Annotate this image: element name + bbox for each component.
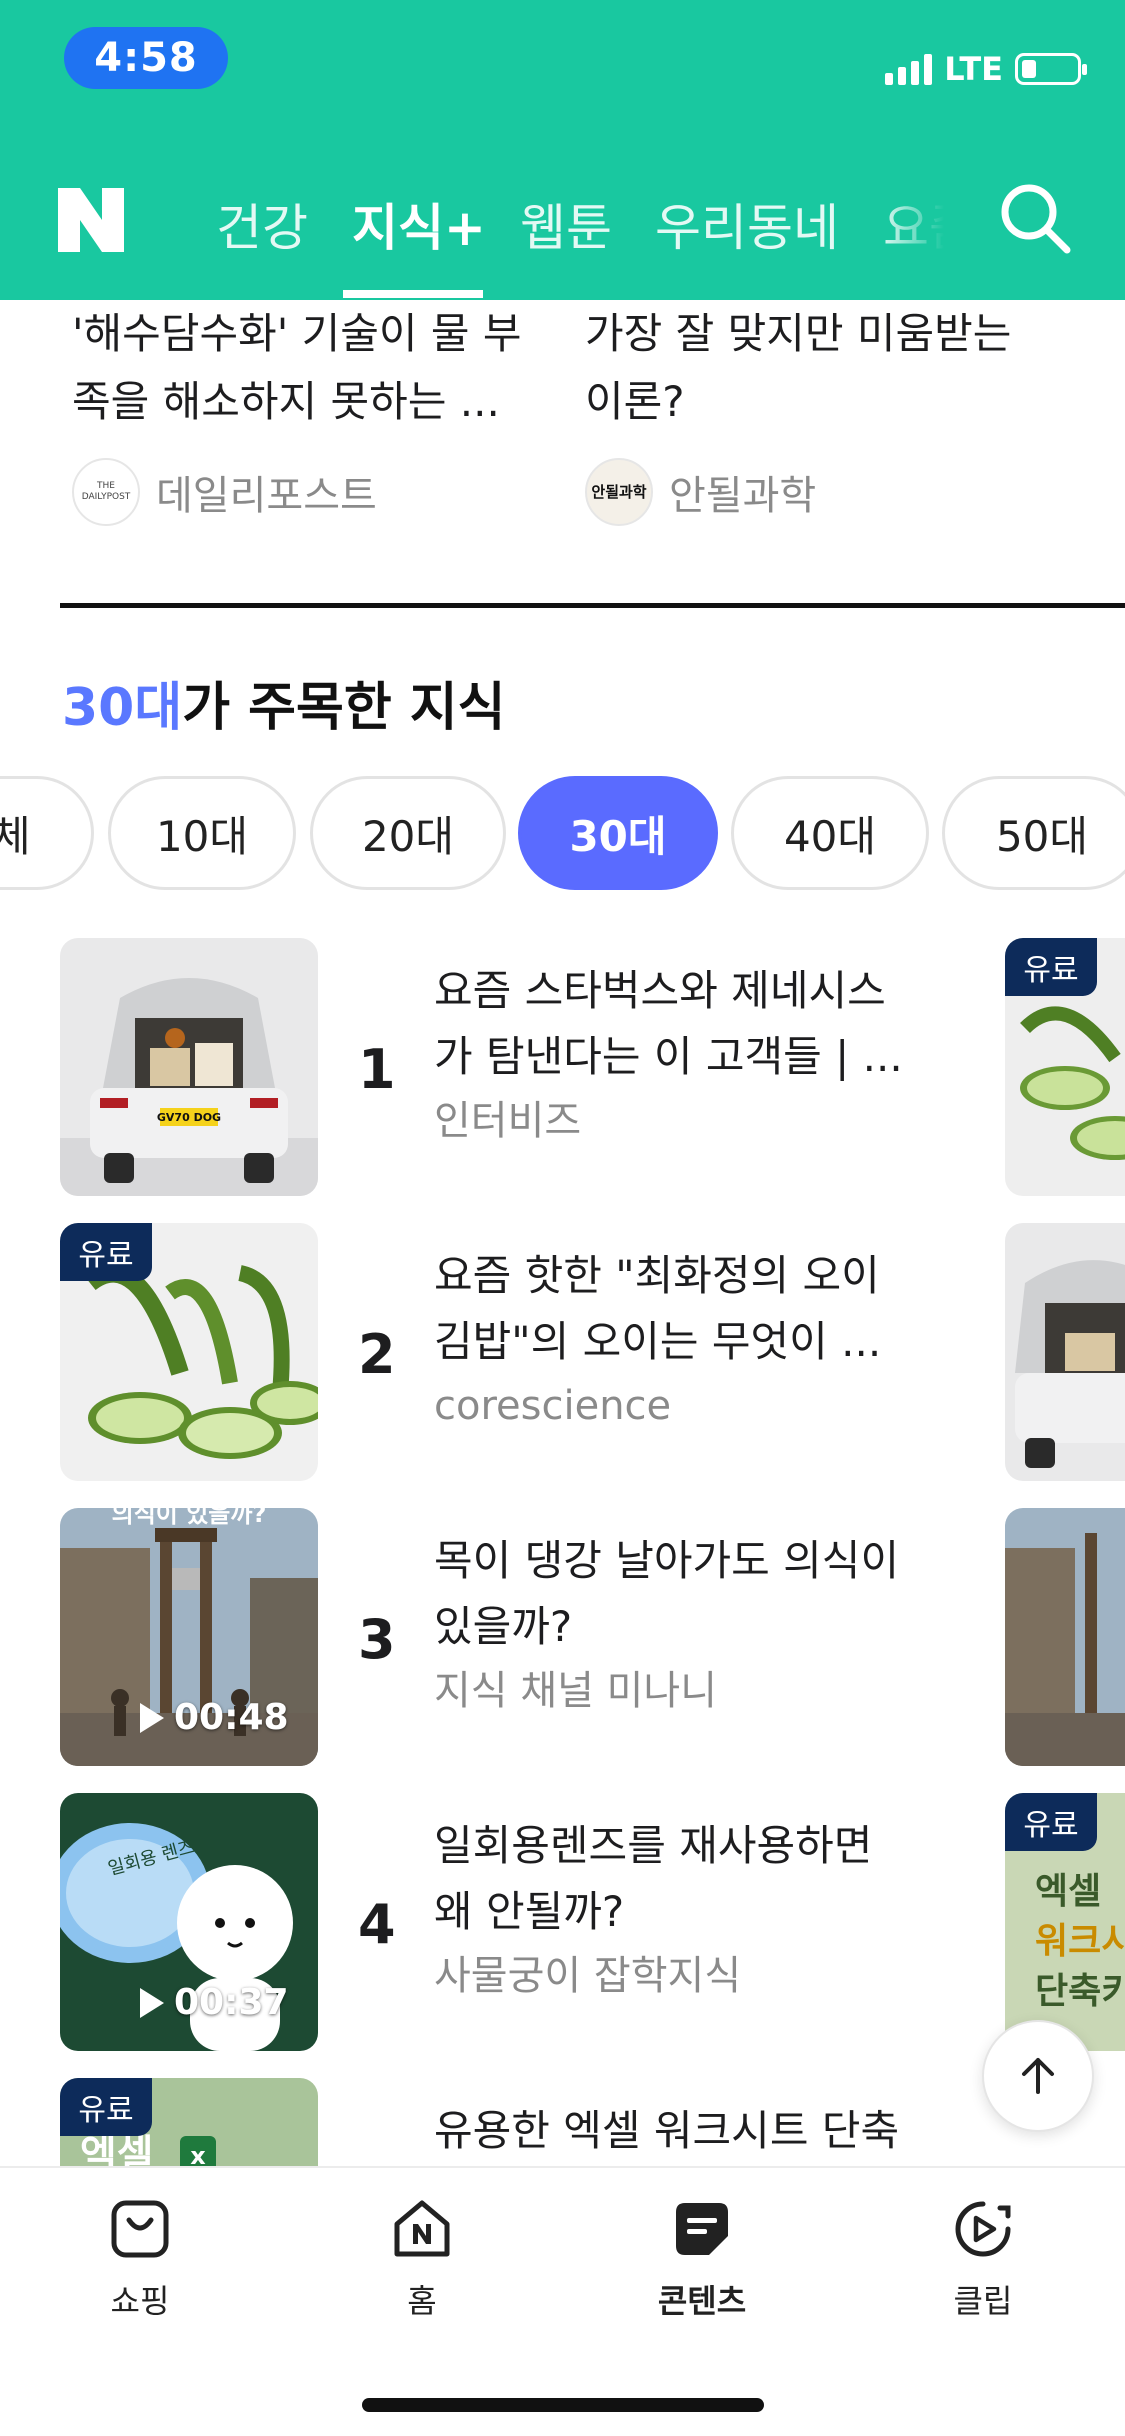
play-icon [140,1702,164,1733]
bottom-nav-clip[interactable]: 클립 [893,2198,1073,2322]
category-tabs: 건강 지식+ 웹툰 우리동네 요즘 [200,178,960,300]
clip-play-icon [955,2201,1011,2257]
item-source: corescience [434,1383,672,1429]
home-icon [394,2200,450,2257]
peek-thumbnail-cucumber[interactable]: 유료 [1005,938,1125,1196]
bottom-nav-label: 콘텐츠 [657,2282,747,2320]
source-name: 데일리포스트 [156,473,377,519]
paid-badge: 유료 [1005,938,1097,996]
rank-number: 4 [358,1893,396,1956]
chip-30s[interactable]: 30대 [518,776,718,890]
contents-icon [676,2203,728,2255]
section-title: 30대가 주목한 지식 [62,678,506,738]
paid-badge: 유료 [1005,1793,1097,1851]
scroll-to-top-button[interactable] [982,2020,1094,2132]
thumbnail-car-trunk: GV70 DOG [60,938,318,1196]
thumbnail-cucumber: 유료 [60,1223,318,1481]
tab-neighborhood[interactable]: 우리동네 [655,188,839,260]
ranking-item[interactable]: 일회용 렌즈 00:37 4 일회용렌즈를 재사용하면 왜 안될까? 사물궁이 … [0,1793,1125,2051]
source-logo: 안될과학 [585,458,653,526]
bottom-nav-label: 클립 [953,2282,1013,2320]
bottom-nav-label: 홈 [407,2282,437,2320]
rank-number: 2 [358,1323,396,1386]
shopping-bag-icon [111,2200,169,2258]
license-plate-text: GV70 DOG [157,1111,221,1124]
tab-health[interactable]: 건강 [216,188,308,260]
item-source: 지식 채널 미나니 [434,1668,718,1714]
naver-logo-icon[interactable] [58,188,124,252]
peek-caption: 단축키 [1035,1971,1125,2012]
item-source: 인터비즈 [434,1098,582,1144]
chip-10s[interactable]: 10대 [108,776,296,890]
rank-number: 3 [358,1608,396,1671]
signal-icon [885,53,933,85]
thumbnail-guillotine: 의식이 있을까? 00:48 [60,1508,318,1766]
search-icon[interactable] [995,178,1075,258]
chip-all[interactable]: 전체 [0,776,94,890]
section-divider [60,603,1125,608]
home-indicator[interactable] [362,2398,764,2412]
peek-caption: 엑셀 [1035,1871,1101,1912]
source-logo: THE DAILYPOST [72,458,140,526]
tab-fade [880,178,960,288]
article-title: '해수담수화' 기술이 물 부족을 해소하지 못하는 ... [72,309,522,426]
ranking-item[interactable]: 유료 2 요즘 핫한 "최화정의 오이김밥"의 오이는 무엇이 ... core… [0,1223,1125,1481]
network-label: LTE [944,50,1003,88]
peek-caption: 워크시 [1035,1921,1125,1962]
paid-badge: 유료 [60,1223,152,1281]
top-header: 4:58 LTE 건강 지식+ 웹툰 우리동네 요즘 [0,0,1125,300]
battery-icon [1015,53,1087,85]
source-name: 안될과학 [669,473,817,519]
ranking-item[interactable]: 의식이 있을까? 00:48 3 목이 댕강 날아가도 의식이 있을까? 지식 … [0,1508,1125,1766]
item-title: 일회용렌즈를 재사용하면 왜 안될까? [434,1821,873,1936]
article-card[interactable]: '해수담수화' 기술이 물 부족을 해소하지 못하는 ... THE DAILY… [72,300,542,526]
paid-badge: 유료 [60,2078,152,2136]
chip-20s[interactable]: 20대 [310,776,506,890]
play-icon [140,1987,164,2018]
active-tab-indicator [343,290,483,298]
item-source: 사물궁이 잡학지식 [434,1953,742,1999]
tab-webtoon[interactable]: 웹툰 [520,188,612,260]
video-duration: 00:37 [140,1982,289,2023]
item-title: 목이 댕강 날아가도 의식이 있을까? [434,1536,900,1651]
bottom-nav-contents[interactable]: 콘텐츠 [612,2198,792,2322]
bottom-navigation: 쇼핑 홈 콘텐츠 클립 [0,2166,1125,2436]
chip-50s[interactable]: 50대 [942,776,1125,890]
item-title: 요즘 핫한 "최화정의 오이김밥"의 오이는 무엇이 ... [434,1251,882,1366]
status-icons: LTE [885,50,1087,88]
item-title: 요즘 스타벅스와 제네시스가 탐낸다는 이 고객들 | ... [434,966,903,1081]
chip-40s[interactable]: 40대 [731,776,929,890]
item-title: 유용한 엑셀 워크시트 단축 [434,2106,900,2155]
peek-thumbnail-excel[interactable]: 엑셀 워크시 단축키 유료 [1005,1793,1125,2051]
rank-number: 1 [358,1038,396,1101]
ranking-item[interactable]: GV70 DOG 1 요즘 스타벅스와 제네시스가 탐낸다는 이 고객들 | .… [0,938,1125,1196]
video-duration: 00:48 [140,1697,289,1738]
status-time: 4:58 [64,27,228,89]
tab-knowledge[interactable]: 지식+ [352,188,486,260]
peek-thumbnail-car[interactable] [1005,1223,1125,1481]
thumbnail-lens: 일회용 렌즈 00:37 [60,1793,318,2051]
thumbnail-caption: 의식이 있을까? [112,1508,267,1528]
bottom-nav-label: 쇼핑 [110,2282,170,2320]
article-card[interactable]: 가장 잘 맞지만 미움받는 이론? 안될과학 안될과학 [585,300,1055,526]
article-title: 가장 잘 맞지만 미움받는 이론? [585,309,1012,426]
bottom-nav-shopping[interactable]: 쇼핑 [50,2198,230,2322]
bottom-nav-home[interactable]: 홈 [332,2198,512,2322]
arrow-up-icon [1022,2058,1054,2094]
peek-thumbnail-guillotine[interactable] [1005,1508,1125,1766]
age-filter-chips: 전체 10대 20대 30대 40대 50대 [0,776,1125,892]
